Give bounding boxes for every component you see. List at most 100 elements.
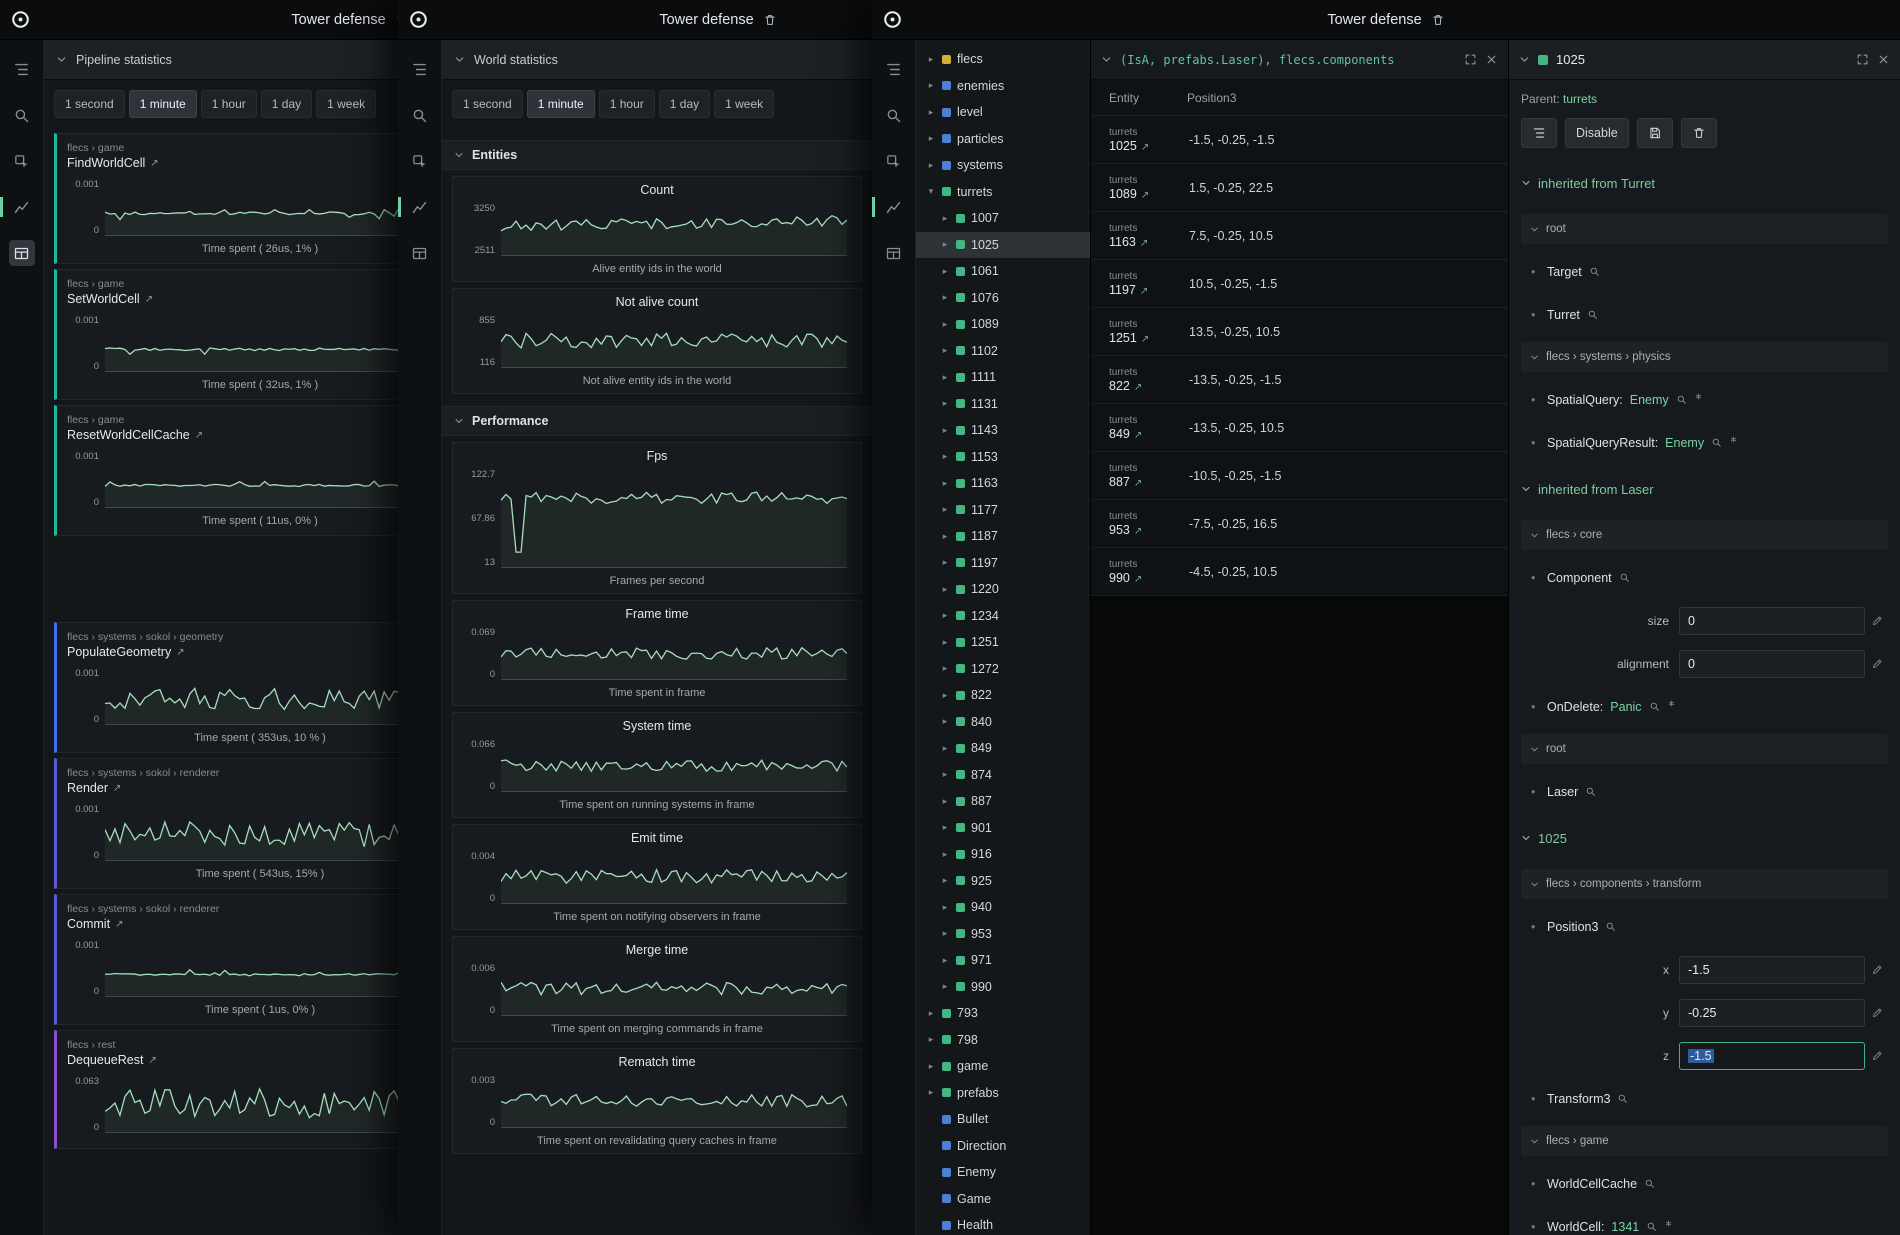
query-result-row[interactable]: turrets953↗-7.5, -0.25, 16.5 [1091, 500, 1508, 548]
query-expression[interactable]: (IsA, prefabs.Laser), flecs.components [1120, 53, 1456, 67]
table-icon[interactable] [9, 240, 35, 266]
disclosure-icon[interactable]: ▸ [940, 928, 950, 939]
value-input[interactable]: -0.25 [1679, 999, 1865, 1027]
disclosure-icon[interactable]: ▸ [940, 398, 950, 409]
chevron-down-icon[interactable] [1101, 54, 1112, 65]
disclosure-icon[interactable]: ▸ [940, 372, 950, 383]
component-value-link[interactable]: Panic [1610, 700, 1641, 714]
disclosure-icon[interactable]: ▸ [940, 769, 950, 780]
search-icon[interactable] [9, 102, 35, 128]
search-icon[interactable] [1644, 1178, 1655, 1189]
tree-item-925[interactable]: ▸925 [916, 868, 1090, 895]
search-icon[interactable] [1646, 1221, 1657, 1232]
tree-item-systems[interactable]: ▸systems [916, 152, 1090, 179]
disclosure-icon[interactable]: ▸ [926, 1087, 936, 1098]
disclosure-icon[interactable]: ▸ [926, 133, 936, 144]
query-result-row[interactable]: turrets1089↗1.5, -0.25, 22.5 [1091, 164, 1508, 212]
tree-item-Game[interactable]: Game [916, 1186, 1090, 1213]
select-icon[interactable] [9, 148, 35, 174]
edit-icon[interactable] [1871, 657, 1884, 670]
delete-button[interactable] [1681, 118, 1717, 148]
time-range-tab[interactable]: 1 day [261, 90, 312, 118]
tree-item-887[interactable]: ▸887 [916, 788, 1090, 815]
value-input[interactable]: 0 [1679, 650, 1865, 678]
disclosure-icon[interactable]: ▸ [940, 796, 950, 807]
query-result-row[interactable]: turrets1251↗13.5, -0.25, 10.5 [1091, 308, 1508, 356]
chart-icon[interactable] [407, 194, 433, 220]
tree-item-1143[interactable]: ▸1143 [916, 417, 1090, 444]
tree-item-901[interactable]: ▸901 [916, 815, 1090, 842]
disclosure-icon[interactable]: ▸ [940, 451, 950, 462]
module-path-header[interactable]: flecs › game [1521, 1126, 1888, 1156]
system-name-link[interactable]: ResetWorldCellCache↗ [67, 428, 453, 442]
entity-id-link[interactable]: 1025 [1109, 139, 1137, 153]
system-name-link[interactable]: Commit↗ [67, 917, 453, 931]
tree-view-button[interactable] [1521, 118, 1557, 148]
tree-item-1089[interactable]: ▸1089 [916, 311, 1090, 338]
time-range-tab[interactable]: 1 hour [201, 90, 257, 118]
query-result-row[interactable]: turrets1025↗-1.5, -0.25, -1.5 [1091, 116, 1508, 164]
disclosure-icon[interactable]: ▸ [940, 478, 950, 489]
entity-id-link[interactable]: 990 [1109, 571, 1130, 585]
disclosure-icon[interactable]: ▸ [940, 849, 950, 860]
edit-icon[interactable] [1871, 963, 1884, 976]
entity-id-link[interactable]: 822 [1109, 379, 1130, 393]
tree-item-Health[interactable]: Health [916, 1212, 1090, 1235]
time-range-tab[interactable]: 1 day [659, 90, 710, 118]
edit-icon[interactable] [1871, 1049, 1884, 1062]
tree-item-1102[interactable]: ▸1102 [916, 338, 1090, 365]
tree-item-1131[interactable]: ▸1131 [916, 391, 1090, 418]
entity-id-link[interactable]: 1197 [1109, 283, 1136, 297]
component-value-link[interactable]: Enemy [1665, 436, 1704, 450]
disclosure-icon[interactable]: ▸ [926, 107, 936, 118]
tree-icon[interactable] [881, 56, 907, 82]
disclosure-icon[interactable]: ▸ [940, 213, 950, 224]
tree-item-1111[interactable]: ▸1111 [916, 364, 1090, 391]
disclosure-icon[interactable]: ▸ [940, 875, 950, 886]
entity-id-link[interactable]: 1163 [1109, 235, 1136, 249]
module-path-header[interactable]: flecs › components › transform [1521, 869, 1888, 899]
system-name-link[interactable]: FindWorldCell↗ [67, 156, 453, 170]
disclosure-icon[interactable]: ▸ [940, 239, 950, 250]
trash-icon[interactable] [763, 13, 777, 27]
tree-item-1197[interactable]: ▸1197 [916, 550, 1090, 577]
search-icon[interactable] [1589, 266, 1600, 277]
disclosure-icon[interactable]: ▸ [940, 690, 950, 701]
tree-item-940[interactable]: ▸940 [916, 894, 1090, 921]
search-icon[interactable] [1585, 786, 1596, 797]
expand-icon[interactable] [1856, 53, 1869, 66]
time-range-tab[interactable]: 1 second [452, 90, 523, 118]
select-icon[interactable] [881, 148, 907, 174]
chevron-down-icon[interactable] [1519, 54, 1530, 65]
entity-id-link[interactable]: 1089 [1109, 187, 1137, 201]
search-icon[interactable] [1649, 701, 1660, 712]
parent-link[interactable]: turrets [1563, 92, 1597, 106]
close-icon[interactable] [1485, 53, 1498, 66]
inspector-section-header[interactable]: inherited from Laser [1521, 464, 1888, 514]
disclosure-icon[interactable]: ▸ [940, 531, 950, 542]
query-result-row[interactable]: turrets849↗-13.5, -0.25, 10.5 [1091, 404, 1508, 452]
table-icon[interactable] [407, 240, 433, 266]
system-name-link[interactable]: PopulateGeometry↗ [67, 645, 453, 659]
tree-item-1234[interactable]: ▸1234 [916, 603, 1090, 630]
tree-item-840[interactable]: ▸840 [916, 709, 1090, 736]
disclosure-icon[interactable]: ▸ [940, 584, 950, 595]
disclosure-icon[interactable]: ▸ [940, 822, 950, 833]
value-input[interactable]: 0 [1679, 607, 1865, 635]
inspector-section-header[interactable]: inherited from Turret [1521, 158, 1888, 208]
search-icon[interactable] [1676, 394, 1687, 405]
system-name-link[interactable]: DequeueRest↗ [67, 1053, 453, 1067]
edit-icon[interactable] [1871, 1006, 1884, 1019]
search-icon[interactable] [1711, 437, 1722, 448]
tree-icon[interactable] [9, 56, 35, 82]
tree-item-Bullet[interactable]: Bullet [916, 1106, 1090, 1133]
query-result-row[interactable]: turrets1163↗7.5, -0.25, 10.5 [1091, 212, 1508, 260]
search-icon[interactable] [881, 102, 907, 128]
time-range-tab[interactable]: 1 minute [129, 90, 197, 118]
disclosure-icon[interactable]: ▾ [926, 186, 936, 197]
expand-icon[interactable] [1464, 53, 1477, 66]
tree-item-turrets[interactable]: ▾turrets [916, 179, 1090, 206]
disclosure-icon[interactable]: ▸ [940, 557, 950, 568]
disclosure-icon[interactable]: ▸ [940, 425, 950, 436]
component-value-link[interactable]: Enemy [1630, 393, 1669, 407]
